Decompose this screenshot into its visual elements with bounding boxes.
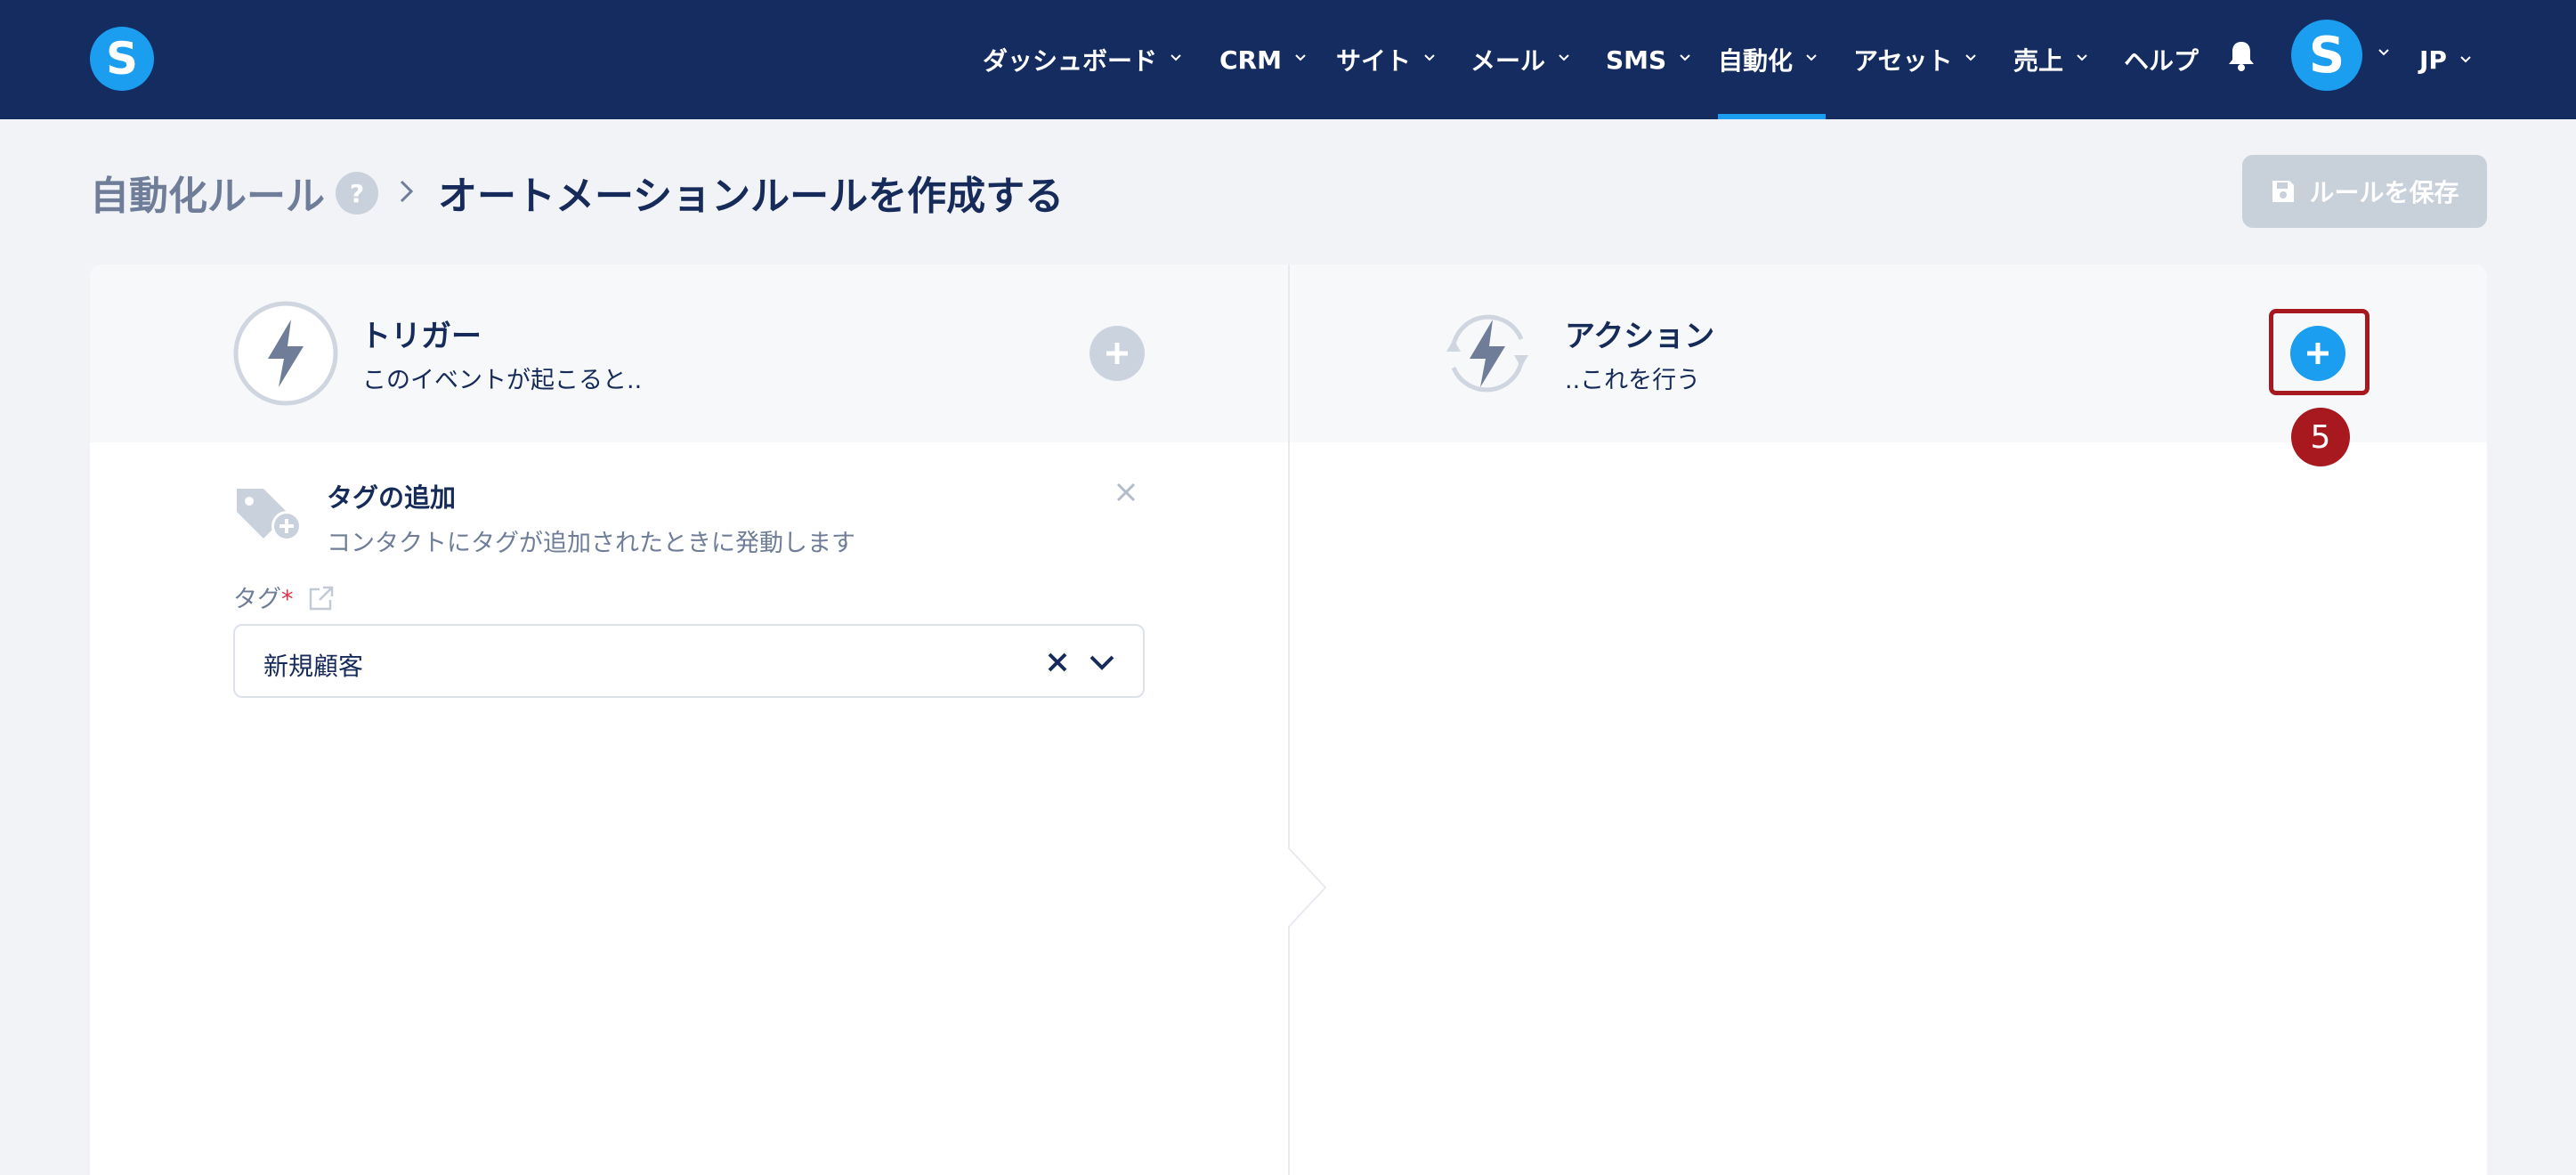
trigger-subtitle: このイベントが起こると.. — [362, 367, 643, 394]
step-number: 5 — [2310, 418, 2331, 456]
chevron-down-icon[interactable] — [1088, 651, 1116, 674]
chevron-down-icon — [1424, 54, 1435, 61]
nav-item-label: サイト — [1336, 46, 1412, 76]
nav-item-crm[interactable]: CRM — [1219, 0, 1307, 119]
avatar-letter: S — [2308, 26, 2345, 85]
language-label: JP — [2419, 45, 2447, 75]
rule-builder-card — [90, 264, 2487, 1175]
nav-item-mail[interactable]: メール — [1470, 0, 1570, 119]
divider-arrow — [1288, 848, 1327, 927]
clear-icon[interactable] — [1045, 650, 1070, 675]
action-bolt-cycle-icon — [1446, 314, 1528, 393]
nav-item-label: アセット — [1853, 46, 1953, 76]
nav-item-sales[interactable]: 売上 — [2013, 0, 2088, 119]
chevron-down-icon — [1559, 54, 1569, 61]
chevron-down-icon[interactable] — [2378, 46, 2390, 59]
chevron-down-icon — [1965, 54, 1977, 61]
top-navigation: S ダッシュボード CRM サイト メール SMS 自動化 アセット 売上 ヘル… — [0, 0, 2576, 119]
nav-item-help[interactable]: ヘルプ — [2124, 0, 2199, 119]
save-rule-button[interactable]: ルールを保存 — [2242, 155, 2487, 228]
nav-item-dashboard[interactable]: ダッシュボード — [983, 0, 1182, 119]
user-avatar[interactable]: S — [2291, 20, 2362, 91]
nav-item-label: 売上 — [2013, 46, 2064, 76]
nav-item-site[interactable]: サイト — [1336, 0, 1436, 119]
nav-item-automation[interactable]: 自動化 — [1718, 0, 1826, 119]
tag-add-icon — [237, 489, 302, 541]
language-selector[interactable]: JP — [2419, 0, 2472, 119]
trigger-item-description: コンタクトにタグが追加されたときに発動します — [327, 530, 855, 557]
trigger-item-title: タグの追加 — [327, 482, 457, 513]
breadcrumb-root[interactable]: 自動化ルール — [90, 164, 325, 221]
chevron-down-icon — [2077, 54, 2087, 61]
bell-icon[interactable] — [2224, 37, 2259, 73]
nav-item-label: ヘルプ — [2124, 46, 2199, 76]
add-trigger-button[interactable] — [1090, 326, 1145, 381]
nav-item-label: CRM — [1219, 45, 1282, 75]
trigger-title: トリガー — [360, 319, 482, 354]
nav-item-label: ダッシュボード — [983, 46, 1158, 76]
action-title: アクション — [1565, 319, 1715, 354]
nav-item-label: 自動化 — [1718, 46, 1794, 76]
chevron-down-icon — [2460, 56, 2471, 63]
nav-item-label: メール — [1470, 46, 1546, 76]
close-icon[interactable] — [1114, 481, 1138, 504]
chevron-right-icon — [400, 180, 414, 203]
save-icon — [2272, 181, 2295, 202]
tag-select[interactable]: 新規顧客 — [233, 624, 1145, 698]
nav-menu: ダッシュボード CRM サイト メール SMS 自動化 アセット 売上 ヘルプ — [0, 0, 2576, 119]
tag-field-label-text: タグ — [233, 586, 281, 613]
save-button-label: ルールを保存 — [2309, 178, 2459, 207]
nav-item-assets[interactable]: アセット — [1853, 0, 1977, 119]
chevron-down-icon — [1295, 54, 1306, 61]
required-mark: * — [281, 586, 294, 613]
external-link-icon[interactable] — [307, 584, 336, 612]
plus-icon — [1106, 343, 1128, 364]
help-badge-text: ? — [349, 178, 365, 208]
step-highlight-box — [2269, 309, 2369, 395]
nav-item-label: SMS — [1606, 45, 1667, 75]
chevron-down-icon — [1806, 54, 1817, 61]
step-number-badge: 5 — [2291, 408, 2350, 466]
action-subtitle: ..これを行う — [1565, 367, 1701, 394]
panel-divider — [1288, 264, 1290, 1175]
tag-field-label: タグ* — [233, 579, 294, 614]
nav-item-sms[interactable]: SMS — [1606, 0, 1691, 119]
chevron-down-icon — [1680, 54, 1690, 61]
tag-select-value: 新規顧客 — [263, 652, 364, 681]
page-title: オートメーションルールを作成する — [438, 174, 1065, 219]
help-icon[interactable]: ? — [336, 172, 378, 215]
trigger-bolt-icon — [233, 301, 338, 406]
chevron-down-icon — [1171, 54, 1181, 61]
